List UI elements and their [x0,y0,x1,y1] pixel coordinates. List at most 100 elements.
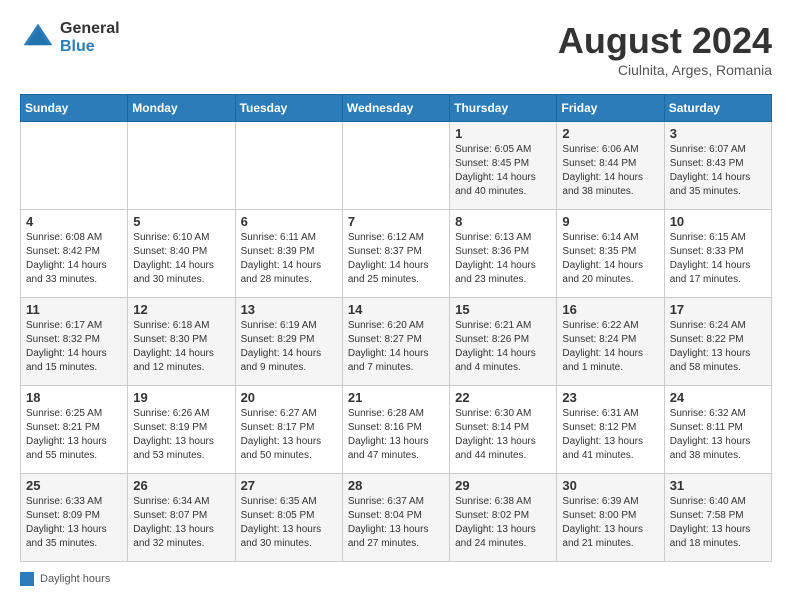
calendar-week-3: 11 Sunrise: 6:17 AM Sunset: 8:32 PM Dayli… [21,298,772,386]
calendar-cell: 19 Sunrise: 6:26 AM Sunset: 8:19 PM Dayli… [128,386,235,474]
day-info: Sunrise: 6:07 AM Sunset: 8:43 PM Dayligh… [670,143,766,199]
calendar-cell [128,122,235,210]
day-number: 9 [562,214,658,229]
day-number: 6 [241,214,337,229]
day-number: 18 [26,390,122,405]
logo-icon [20,20,56,56]
day-number: 19 [133,390,229,405]
calendar-cell: 28Sunrise: 6:37 AM Sunset: 8:04 PM Dayli… [342,474,449,562]
logo-blue-text: Blue [60,38,120,56]
calendar-cell: 27Sunrise: 6:35 AM Sunset: 8:05 PM Dayli… [235,474,342,562]
calendar-cell [342,122,449,210]
day-number: 20 [241,390,337,405]
column-header-friday: Friday [557,95,664,122]
day-info: Sunrise: 6:32 AM Sunset: 8:11 PM Dayligh… [670,407,766,463]
calendar-cell: 8Sunrise: 6:13 AM Sunset: 8:36 PM Daylig… [450,210,557,298]
calendar-week-1: 1Sunrise: 6:05 AM Sunset: 8:45 PM Daylig… [21,122,772,210]
calendar-cell: 16Sunrise: 6:22 AM Sunset: 8:24 PM Dayli… [557,298,664,386]
column-header-sunday: Sunday [21,95,128,122]
calendar-cell: 29Sunrise: 6:38 AM Sunset: 8:02 PM Dayli… [450,474,557,562]
calendar-cell: 12Sunrise: 6:18 AM Sunset: 8:30 PM Dayli… [128,298,235,386]
column-header-monday: Monday [128,95,235,122]
day-number: 23 [562,390,658,405]
calendar-cell: 10 Sunrise: 6:15 AM Sunset: 8:33 PM Dayli… [664,210,771,298]
calendar-cell [21,122,128,210]
calendar-cell: 21Sunrise: 6:28 AM Sunset: 8:16 PM Dayli… [342,386,449,474]
day-info: Sunrise: 6:31 AM Sunset: 8:12 PM Dayligh… [562,407,658,463]
calendar-cell: 18 Sunrise: 6:25 AM Sunset: 8:21 PM Dayli… [21,386,128,474]
day-info: Sunrise: 6:37 AM Sunset: 8:04 PM Dayligh… [348,495,444,551]
calendar-cell: 30 Sunrise: 6:39 AM Sunset: 8:00 PM Dayli… [557,474,664,562]
legend: Daylight hours [20,572,772,586]
day-number: 4 [26,214,122,229]
title-block: August 2024 Ciulnita, Arges, Romania [558,20,772,78]
calendar-cell: 25 Sunrise: 6:33 AM Sunset: 8:09 PM Dayli… [21,474,128,562]
calendar-cell: 23 Sunrise: 6:31 AM Sunset: 8:12 PM Dayli… [557,386,664,474]
calendar-cell: 24 Sunrise: 6:32 AM Sunset: 8:11 PM Dayli… [664,386,771,474]
day-number: 7 [348,214,444,229]
day-number: 15 [455,302,551,317]
calendar-header-row: SundayMondayTuesdayWednesdayThursdayFrid… [21,95,772,122]
calendar-cell: 2Sunrise: 6:06 AM Sunset: 8:44 PM Daylig… [557,122,664,210]
legend-box [20,572,34,586]
day-info: Sunrise: 6:35 AM Sunset: 8:05 PM Dayligh… [241,495,337,551]
calendar-cell: 13Sunrise: 6:19 AM Sunset: 8:29 PM Dayli… [235,298,342,386]
calendar-cell: 11 Sunrise: 6:17 AM Sunset: 8:32 PM Dayli… [21,298,128,386]
day-info: Sunrise: 6:15 AM Sunset: 8:33 PM Dayligh… [670,231,766,287]
calendar-cell: 4 Sunrise: 6:08 AM Sunset: 8:42 PM Daylig… [21,210,128,298]
logo: General Blue [20,20,120,56]
day-info: Sunrise: 6:22 AM Sunset: 8:24 PM Dayligh… [562,319,658,375]
day-info: Sunrise: 6:33 AM Sunset: 8:09 PM Dayligh… [26,495,122,551]
day-number: 17 [670,302,766,317]
day-info: Sunrise: 6:40 AM Sunset: 7:58 PM Dayligh… [670,495,766,551]
day-number: 30 [562,478,658,493]
day-info: Sunrise: 6:08 AM Sunset: 8:42 PM Dayligh… [26,231,122,287]
location-subtitle: Ciulnita, Arges, Romania [558,62,772,78]
calendar-cell: 17 Sunrise: 6:24 AM Sunset: 8:22 PM Dayli… [664,298,771,386]
day-info: Sunrise: 6:24 AM Sunset: 8:22 PM Dayligh… [670,319,766,375]
day-info: Sunrise: 6:28 AM Sunset: 8:16 PM Dayligh… [348,407,444,463]
legend-label: Daylight hours [40,573,110,585]
day-info: Sunrise: 6:19 AM Sunset: 8:29 PM Dayligh… [241,319,337,375]
column-header-tuesday: Tuesday [235,95,342,122]
calendar-cell: 3Sunrise: 6:07 AM Sunset: 8:43 PM Daylig… [664,122,771,210]
logo-text: General Blue [60,20,120,55]
day-number: 26 [133,478,229,493]
calendar-week-4: 18 Sunrise: 6:25 AM Sunset: 8:21 PM Dayli… [21,386,772,474]
day-number: 24 [670,390,766,405]
calendar-cell: 9Sunrise: 6:14 AM Sunset: 8:35 PM Daylig… [557,210,664,298]
day-info: Sunrise: 6:12 AM Sunset: 8:37 PM Dayligh… [348,231,444,287]
calendar-cell: 14Sunrise: 6:20 AM Sunset: 8:27 PM Dayli… [342,298,449,386]
column-header-wednesday: Wednesday [342,95,449,122]
day-info: Sunrise: 6:27 AM Sunset: 8:17 PM Dayligh… [241,407,337,463]
calendar-cell: 5Sunrise: 6:10 AM Sunset: 8:40 PM Daylig… [128,210,235,298]
calendar-cell: 7 Sunrise: 6:12 AM Sunset: 8:37 PM Daylig… [342,210,449,298]
day-info: Sunrise: 6:39 AM Sunset: 8:00 PM Dayligh… [562,495,658,551]
calendar-cell: 15 Sunrise: 6:21 AM Sunset: 8:26 PM Dayli… [450,298,557,386]
day-number: 8 [455,214,551,229]
day-info: Sunrise: 6:25 AM Sunset: 8:21 PM Dayligh… [26,407,122,463]
day-info: Sunrise: 6:21 AM Sunset: 8:26 PM Dayligh… [455,319,551,375]
day-number: 22 [455,390,551,405]
calendar-cell: 31 Sunrise: 6:40 AM Sunset: 7:58 PM Dayli… [664,474,771,562]
column-header-thursday: Thursday [450,95,557,122]
day-info: Sunrise: 6:11 AM Sunset: 8:39 PM Dayligh… [241,231,337,287]
day-info: Sunrise: 6:30 AM Sunset: 8:14 PM Dayligh… [455,407,551,463]
day-info: Sunrise: 6:06 AM Sunset: 8:44 PM Dayligh… [562,143,658,199]
logo-general-text: General [60,20,120,38]
calendar-week-2: 4 Sunrise: 6:08 AM Sunset: 8:42 PM Daylig… [21,210,772,298]
day-number: 31 [670,478,766,493]
day-info: Sunrise: 6:18 AM Sunset: 8:30 PM Dayligh… [133,319,229,375]
day-number: 10 [670,214,766,229]
day-info: Sunrise: 6:26 AM Sunset: 8:19 PM Dayligh… [133,407,229,463]
calendar-cell [235,122,342,210]
day-number: 25 [26,478,122,493]
day-info: Sunrise: 6:34 AM Sunset: 8:07 PM Dayligh… [133,495,229,551]
day-info: Sunrise: 6:38 AM Sunset: 8:02 PM Dayligh… [455,495,551,551]
day-number: 11 [26,302,122,317]
day-info: Sunrise: 6:05 AM Sunset: 8:45 PM Dayligh… [455,143,551,199]
day-info: Sunrise: 6:17 AM Sunset: 8:32 PM Dayligh… [26,319,122,375]
column-header-saturday: Saturday [664,95,771,122]
calendar-cell: 1Sunrise: 6:05 AM Sunset: 8:45 PM Daylig… [450,122,557,210]
month-year-title: August 2024 [558,20,772,62]
